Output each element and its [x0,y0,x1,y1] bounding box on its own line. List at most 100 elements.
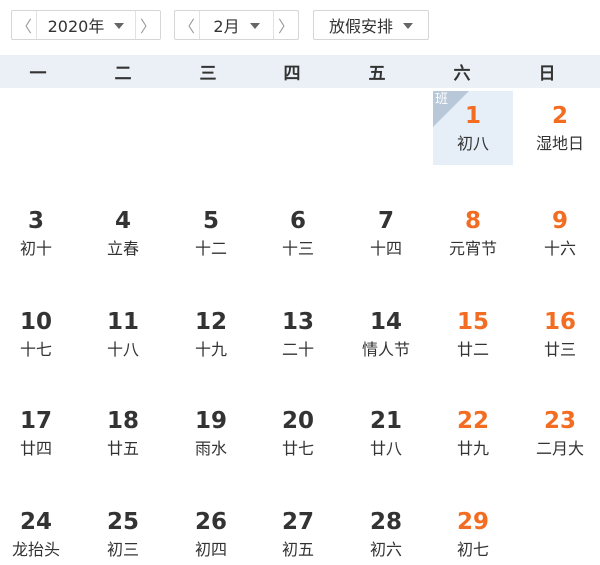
day-number: 5 [202,208,219,234]
year-dropdown[interactable]: 2020年 [36,11,136,39]
calendar-day[interactable]: 25 初三 [83,497,163,565]
calendar-day[interactable]: 14 情人节 [346,297,426,371]
lunar-date: 廿五 [106,439,139,458]
day-number: 15 [456,309,489,335]
calendar-widget: 〈 2020年 〉 〈 2月 〉 放假安排 一 二 三 四 五 六 日 班 1 … [0,0,600,565]
day-number: 4 [114,208,131,234]
calendar-day[interactable]: 15 廿二 [433,297,513,371]
lunar-date: 初十 [19,239,52,258]
day-number: 3 [27,208,44,234]
calendar-day[interactable]: 11 十八 [83,297,163,371]
lunar-date: 廿四 [19,439,52,458]
calendar-toolbar: 〈 2020年 〉 〈 2月 〉 放假安排 [0,0,600,52]
year-selector: 〈 2020年 〉 [11,10,161,40]
calendar-day[interactable]: 7 十四 [346,196,426,270]
lunar-date: 立春 [106,239,139,258]
calendar-day[interactable]: 26 初四 [171,497,251,565]
calendar-day[interactable]: 3 初十 [0,196,76,270]
calendar-day[interactable]: 16 廿三 [520,297,600,371]
lunar-date: 龙抬头 [11,540,60,559]
calendar-day[interactable]: 班 1 初八 [433,91,513,165]
calendar-day[interactable]: 4 立春 [83,196,163,270]
lunar-date: 廿九 [456,439,489,458]
calendar-day[interactable]: 13 二十 [258,297,338,371]
calendar-day[interactable]: 29 初七 [433,497,513,565]
calendar-day[interactable]: 20 廿七 [258,396,338,470]
calendar-day[interactable]: 12 十九 [171,297,251,371]
lunar-date: 廿二 [456,340,489,359]
lunar-date: 湿地日 [535,134,584,153]
day-number: 7 [377,208,394,234]
calendar-day[interactable]: 22 廿九 [433,396,513,470]
weekday-mon: 一 [29,64,47,84]
calendar-day[interactable]: 5 十二 [171,196,251,270]
day-number: 18 [106,408,139,434]
year-value: 2020年 [47,17,105,36]
weekday-fri: 五 [368,64,386,84]
calendar-day[interactable]: 2 湿地日 [520,91,600,165]
lunar-date: 十四 [369,239,402,258]
weekday-sat: 六 [453,64,471,84]
chevron-down-icon [114,23,125,29]
day-number: 16 [543,309,576,335]
day-number: 12 [194,309,227,335]
calendar-day[interactable]: 24 龙抬头 [0,497,76,565]
weekday-wed: 三 [199,64,217,84]
calendar-day[interactable]: 8 元宵节 [433,196,513,270]
lunar-date: 廿八 [369,439,402,458]
lunar-date: 十六 [543,239,576,258]
day-number: 13 [281,309,314,335]
lunar-date: 廿七 [281,439,314,458]
prev-month-button[interactable]: 〈 [175,11,200,39]
month-selector: 〈 2月 〉 [174,10,299,40]
holiday-value: 放假安排 [328,17,393,36]
day-number: 11 [106,309,139,335]
day-number: 21 [369,408,402,434]
holiday-arrangement-selector: 放假安排 [313,10,429,40]
day-number: 24 [19,509,52,535]
lunar-date: 廿三 [543,340,576,359]
lunar-date: 初六 [369,540,402,559]
day-number: 14 [369,309,402,335]
lunar-date: 元宵节 [448,239,497,258]
chevron-down-icon [249,23,260,29]
lunar-date: 雨水 [194,439,227,458]
day-number: 20 [281,408,314,434]
calendar-day[interactable]: 27 初五 [258,497,338,565]
calendar-day[interactable]: 28 初六 [346,497,426,565]
calendar-day[interactable]: 18 廿五 [83,396,163,470]
month-dropdown[interactable]: 2月 [199,11,274,39]
lunar-date: 十七 [19,340,52,359]
day-number: 22 [456,408,489,434]
calendar-day[interactable]: 23 二月大 [520,396,600,470]
calendar-day[interactable]: 17 廿四 [0,396,76,470]
prev-year-button[interactable]: 〈 [12,11,37,39]
day-number: 26 [194,509,227,535]
calendar-day[interactable]: 10 十七 [0,297,76,371]
day-number: 25 [106,509,139,535]
day-number: 8 [464,208,481,234]
calendar-day[interactable]: 19 雨水 [171,396,251,470]
lunar-date: 初五 [281,540,314,559]
lunar-date: 初八 [456,134,489,153]
next-month-button[interactable]: 〉 [273,11,298,39]
calendar-day[interactable]: 6 十三 [258,196,338,270]
day-number: 23 [543,408,576,434]
calendar-day[interactable]: 9 十六 [520,196,600,270]
holiday-dropdown[interactable]: 放假安排 [314,11,428,39]
lunar-date: 二月大 [535,439,584,458]
day-number: 10 [19,309,52,335]
lunar-date: 初四 [194,540,227,559]
day-number: 9 [551,208,568,234]
day-number: 27 [281,509,314,535]
lunar-date: 十三 [281,239,314,258]
day-number: 28 [369,509,402,535]
lunar-date: 二十 [281,340,314,359]
calendar-day[interactable]: 21 廿八 [346,396,426,470]
weekday-sun: 日 [538,64,556,84]
lunar-date: 初七 [456,540,489,559]
weekday-thu: 四 [283,64,301,84]
day-number: 29 [456,509,489,535]
next-year-button[interactable]: 〉 [135,11,160,39]
day-number: 17 [19,408,52,434]
